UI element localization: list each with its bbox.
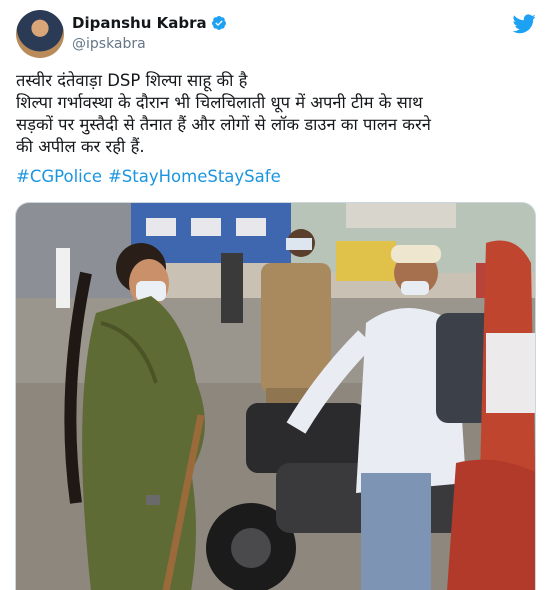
- twitter-bird-icon[interactable]: [512, 12, 536, 36]
- tweet-text-line: सड़कों पर मुस्तैदी से तैनात हैं और लोगों…: [16, 115, 431, 134]
- verified-badge-icon: [211, 16, 226, 30]
- tweet-text-line: शिल्पा गर्भावस्था के दौरान भी चिलचिलाती …: [16, 93, 423, 112]
- author-handle[interactable]: @ipskabra: [72, 36, 146, 52]
- author-name-row: Dipanshu Kabra: [72, 14, 227, 32]
- tweet-text-line: तस्वीर दंतेवाड़ा DSP शिल्पा साहू की है: [16, 71, 248, 90]
- hashtag-link[interactable]: #CGPolice: [16, 167, 102, 186]
- tweet-text-line: की अपील कर रही हैं.: [16, 137, 145, 156]
- hashtag-link[interactable]: #StayHomeStaySafe: [108, 167, 281, 186]
- tweet-photo[interactable]: [15, 202, 536, 590]
- photo-illustration: [16, 203, 535, 590]
- author-name[interactable]: Dipanshu Kabra: [72, 14, 207, 32]
- author-avatar[interactable]: [16, 10, 64, 58]
- tweet-text: तस्वीर दंतेवाड़ा DSP शिल्पा साहू की है श…: [16, 70, 538, 158]
- tweet-card: Dipanshu Kabra @ipskabra तस्वीर दंतेवाड़…: [0, 0, 552, 590]
- hashtag-row: #CGPolice #StayHomeStaySafe: [16, 167, 281, 186]
